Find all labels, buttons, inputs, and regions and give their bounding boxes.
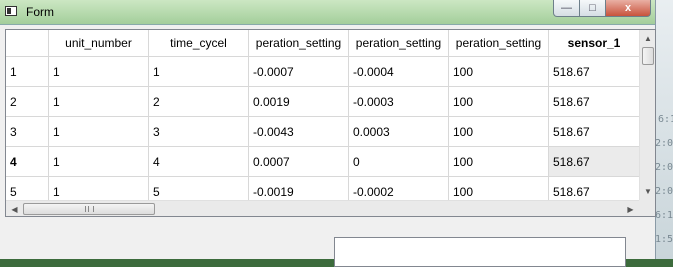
table-cell[interactable]: 518.67 <box>549 117 640 147</box>
maximize-button[interactable]: □ <box>580 0 606 17</box>
table-cell[interactable]: 0.0007 <box>249 147 349 177</box>
table-row: 1 4 0.0007 0 100 518.67 <box>49 147 640 177</box>
column-header-sensor-1[interactable]: sensor_1 <box>549 30 640 57</box>
table-cell[interactable]: 0 <box>349 147 449 177</box>
column-header-operation-setting-1[interactable]: peration_setting <box>249 30 349 57</box>
table-row: 1 3 -0.0043 0.0003 100 518.67 <box>49 117 640 147</box>
table-cell[interactable]: 518.67 <box>549 57 640 87</box>
window-title: Form <box>26 5 54 19</box>
column-header-time-cycel[interactable]: time_cycel <box>149 30 249 57</box>
table-cell[interactable]: 1 <box>49 87 149 117</box>
table-cell[interactable]: 1 <box>49 117 149 147</box>
desktop-text-4: 2:0 <box>655 186 673 197</box>
table-cell[interactable]: 1 <box>49 57 149 87</box>
row-header[interactable]: 3 <box>6 117 49 147</box>
vertical-scroll-thumb[interactable] <box>642 47 654 65</box>
table-row: 1 1 -0.0007 -0.0004 100 518.67 <box>49 57 640 87</box>
desktop-text-2: 2:0 <box>655 138 673 149</box>
table-cell[interactable]: 100 <box>449 147 549 177</box>
table-cell[interactable]: 1 <box>49 147 149 177</box>
table-row: 1 2 0.0019 -0.0003 100 518.67 <box>49 87 640 117</box>
maximize-icon: □ <box>589 2 596 14</box>
desktop-text-3: 2:0 <box>655 162 673 173</box>
row-header-column: 1 2 3 4 5 <box>6 57 49 207</box>
desktop-text-5: 6:1 <box>655 210 673 221</box>
table-cell[interactable]: 100 <box>449 57 549 87</box>
table-cell[interactable]: -0.0043 <box>249 117 349 147</box>
table-cell[interactable]: 100 <box>449 87 549 117</box>
scrollbar-corner <box>639 200 655 216</box>
table-cell[interactable]: 518.67 <box>549 87 640 117</box>
app-window-icon[interactable] <box>5 6 17 16</box>
scroll-left-arrow-icon[interactable]: ◀ <box>6 201 23 216</box>
horizontal-scrollbar[interactable]: ◀ ▶ <box>6 200 639 216</box>
desktop-side-text: 6:1 2:0 2:0 2:0 6:1 1:5 1:5 <box>655 0 673 259</box>
caption-buttons: — □ x <box>553 0 651 18</box>
title-bar[interactable]: Form — □ x <box>0 0 655 25</box>
close-icon: x <box>624 2 632 14</box>
text-output-box[interactable] <box>334 237 626 267</box>
form-window: Form — □ x unit_number time_cycel perati… <box>0 0 656 267</box>
table-cell[interactable]: -0.0007 <box>249 57 349 87</box>
table-cell-selected[interactable]: 518.67 <box>549 147 640 177</box>
data-table[interactable]: unit_number time_cycel peration_setting … <box>5 29 656 217</box>
minimize-icon: — <box>561 2 572 14</box>
table-cell[interactable]: 2 <box>149 87 249 117</box>
table-cell[interactable]: -0.0004 <box>349 57 449 87</box>
horizontal-scroll-thumb[interactable] <box>23 203 155 215</box>
scroll-up-arrow-icon[interactable]: ▲ <box>640 30 655 47</box>
minimize-button[interactable]: — <box>553 0 580 17</box>
table-corner-button[interactable] <box>6 30 49 57</box>
table-cell[interactable]: 100 <box>449 117 549 147</box>
table-cell[interactable]: 0.0003 <box>349 117 449 147</box>
column-header-unit-number[interactable]: unit_number <box>49 30 149 57</box>
column-header-operation-setting-2[interactable]: peration_setting <box>349 30 449 57</box>
row-header[interactable]: 2 <box>6 87 49 117</box>
vertical-scrollbar[interactable]: ▲ ▼ <box>639 30 655 200</box>
column-header-row: unit_number time_cycel peration_setting … <box>49 30 640 57</box>
grip-icon <box>84 206 94 212</box>
desktop-text-1: 6:1 <box>658 114 673 125</box>
row-header[interactable]: 4 <box>6 147 49 177</box>
column-header-operation-setting-3[interactable]: peration_setting <box>449 30 549 57</box>
row-header[interactable]: 1 <box>6 57 49 87</box>
table-body: 1 1 -0.0007 -0.0004 100 518.67 1 2 0.001… <box>49 57 640 207</box>
table-cell[interactable]: -0.0003 <box>349 87 449 117</box>
table-cell[interactable]: 4 <box>149 147 249 177</box>
scroll-right-arrow-icon[interactable]: ▶ <box>622 201 639 216</box>
table-cell[interactable]: 0.0019 <box>249 87 349 117</box>
close-button[interactable]: x <box>606 0 651 17</box>
table-cell[interactable]: 1 <box>149 57 249 87</box>
desktop-text-6: 1:5 <box>655 234 673 245</box>
scroll-down-arrow-icon[interactable]: ▼ <box>640 183 655 200</box>
table-cell[interactable]: 3 <box>149 117 249 147</box>
